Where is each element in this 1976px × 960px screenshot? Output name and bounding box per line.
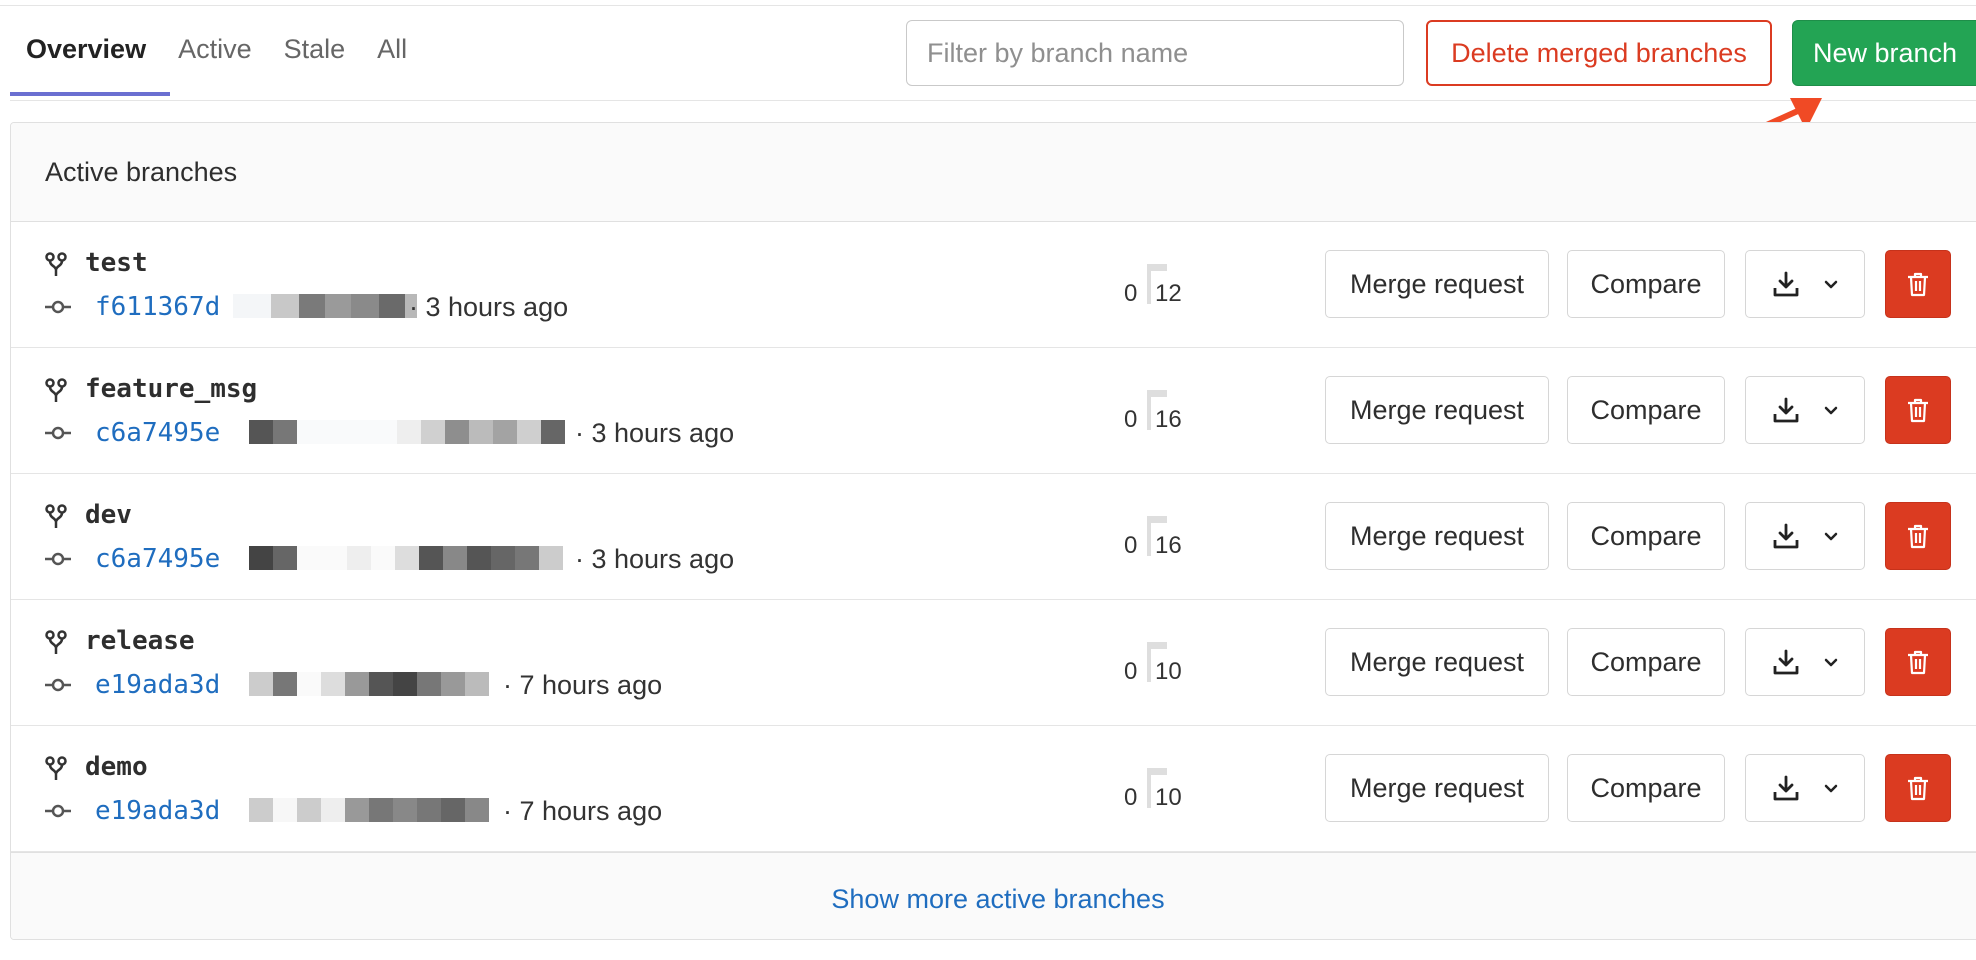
branch-row: release e19ada3d · 7 hours ago 0 10 Merg… [11,600,1976,726]
git-branch-icon [45,630,67,654]
compare-button[interactable]: Compare [1567,250,1725,318]
show-more-branches-link[interactable]: Show more active branches [11,852,1976,939]
chevron-down-icon [1824,280,1837,289]
git-commit-icon [45,804,71,818]
commit-time: · 7 hours ago [503,796,663,826]
branch-name[interactable]: test [85,248,148,278]
behind-count: 0 [1124,532,1138,559]
download-dropdown-button[interactable] [1745,250,1865,318]
delete-merged-branches-button[interactable]: Delete merged branches [1426,20,1772,86]
branch-name[interactable]: demo [85,752,148,782]
tab-all[interactable]: All [361,18,423,82]
tab-overview[interactable]: Overview [10,18,171,96]
redacted-commit-message [249,798,489,822]
divergence-flag [1147,390,1167,397]
delete-branch-button[interactable] [1885,250,1951,318]
redacted-commit-message [249,420,565,444]
delete-branch-button[interactable] [1885,502,1951,570]
branch-row: demo e19ada3d · 7 hours ago 0 10 Merge r… [11,726,1976,852]
merge-request-button[interactable]: Merge request [1325,250,1549,318]
merge-request-button[interactable]: Merge request [1325,502,1549,570]
branch-row: dev c6a7495e · 3 hours ago 0 16 Merge re… [11,474,1976,600]
tab-stale[interactable]: Stale [268,18,362,82]
delete-branch-button[interactable] [1885,754,1951,822]
chevron-down-icon [1824,406,1837,415]
tab-active[interactable]: Active [162,18,268,82]
behind-count: 0 [1124,658,1138,685]
branch-row: feature_msg c6a7495e · 3 hours ago 0 16 … [11,348,1976,474]
delete-branch-button[interactable] [1885,628,1951,696]
active-branches-panel: Active branches test f611367d · 3 hours … [10,122,1976,940]
behind-count: 0 [1124,784,1138,811]
download-icon [1773,271,1798,297]
download-icon [1773,649,1798,675]
trash-icon [1908,524,1928,549]
commit-time: · 3 hours ago [409,292,569,322]
download-dropdown-button[interactable] [1745,628,1865,696]
ahead-count: 16 [1155,532,1182,559]
behind-count: 0 [1124,406,1138,433]
merge-request-button[interactable]: Merge request [1325,628,1549,696]
trash-icon [1908,272,1928,297]
commit-sha-link[interactable]: e19ada3d [95,796,220,826]
divergence-flag [1147,768,1167,775]
redacted-commit-message [249,672,489,696]
ahead-count: 16 [1155,406,1182,433]
git-branch-icon [45,756,67,780]
commit-time: · 7 hours ago [503,670,663,700]
git-branch-icon [45,252,67,276]
redacted-commit-message [249,546,563,570]
git-branch-icon [45,378,67,402]
new-branch-button[interactable]: New branch [1792,20,1976,86]
commit-time: · 3 hours ago [575,544,735,574]
commit-sha-link[interactable]: f611367d [95,292,220,322]
panel-title: Active branches [11,123,1976,222]
divergence-flag [1147,642,1167,649]
compare-button[interactable]: Compare [1567,376,1725,444]
compare-button[interactable]: Compare [1567,502,1725,570]
branch-name[interactable]: dev [85,500,132,530]
branch-name[interactable]: feature_msg [85,374,257,404]
divergence-flag [1147,264,1167,271]
redacted-commit-message [233,294,417,318]
download-dropdown-button[interactable] [1745,754,1865,822]
branch-tabs: Overview Active Stale All [10,18,423,98]
git-commit-icon [45,426,71,440]
filter-branch-input[interactable] [906,20,1404,86]
git-branch-icon [45,504,67,528]
chevron-down-icon [1824,658,1837,667]
trash-icon [1908,650,1928,675]
download-dropdown-button[interactable] [1745,502,1865,570]
ahead-count: 10 [1155,784,1182,811]
compare-button[interactable]: Compare [1567,754,1725,822]
divergence-flag [1147,516,1167,523]
download-icon [1773,397,1798,423]
chevron-down-icon [1824,532,1837,541]
commit-sha-link[interactable]: c6a7495e [95,418,220,448]
ahead-count: 10 [1155,658,1182,685]
branch-name[interactable]: release [85,626,195,656]
ahead-count: 12 [1155,280,1182,307]
commit-sha-link[interactable]: e19ada3d [95,670,220,700]
download-icon [1773,775,1798,801]
commit-time: · 3 hours ago [575,418,735,448]
compare-button[interactable]: Compare [1567,628,1725,696]
branch-row: test f611367d · 3 hours ago 0 12 Merge r… [11,222,1976,348]
git-commit-icon [45,552,71,566]
tabs-divider [10,100,1976,101]
trash-icon [1908,776,1928,801]
merge-request-button[interactable]: Merge request [1325,376,1549,444]
behind-count: 0 [1124,280,1138,307]
git-commit-icon [45,300,71,314]
trash-icon [1908,398,1928,423]
download-icon [1773,523,1798,549]
top-divider [0,0,1976,6]
merge-request-button[interactable]: Merge request [1325,754,1549,822]
git-commit-icon [45,678,71,692]
delete-branch-button[interactable] [1885,376,1951,444]
commit-sha-link[interactable]: c6a7495e [95,544,220,574]
download-dropdown-button[interactable] [1745,376,1865,444]
chevron-down-icon [1824,784,1837,793]
